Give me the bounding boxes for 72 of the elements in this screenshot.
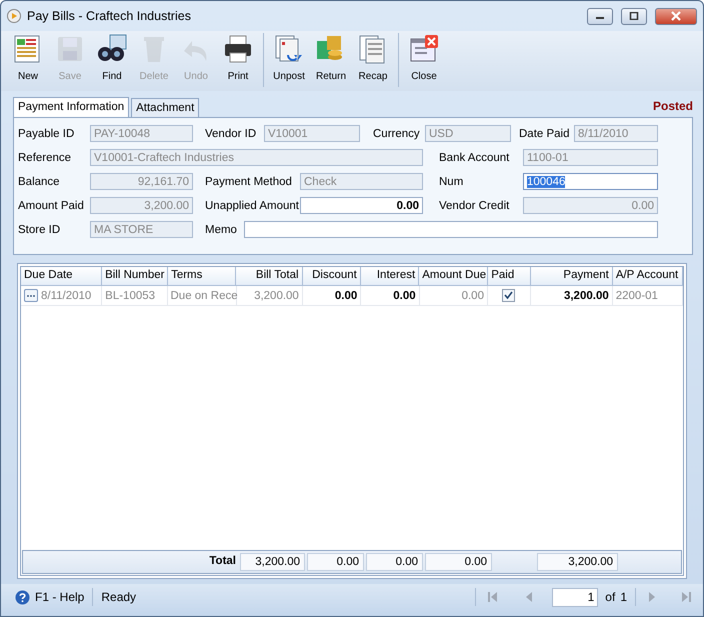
total-cell: 0.00 <box>366 553 423 571</box>
toolbar-button[interactable]: Unpost <box>268 33 310 87</box>
field-label: Reference <box>18 152 72 164</box>
maximize-button[interactable] <box>621 8 647 24</box>
table-cell: 0.00 <box>420 286 488 306</box>
column-header[interactable]: Paid <box>488 267 531 286</box>
column-header[interactable]: Interest <box>360 267 420 286</box>
field-label: Payment Method <box>205 176 293 188</box>
field-label: Vendor Credit <box>439 200 510 212</box>
first-page-icon <box>488 591 498 603</box>
table-cell: Due on Rece <box>168 286 236 306</box>
column-header[interactable]: Bill Total <box>236 267 303 286</box>
ellipsis-icon[interactable] <box>24 289 38 302</box>
field-label: Vendor ID <box>205 128 258 140</box>
field-label: Store ID <box>18 224 62 236</box>
page-count: 1 <box>620 590 627 604</box>
input-field[interactable]: 0.00 <box>300 197 423 214</box>
column-header[interactable]: Discount <box>302 267 361 286</box>
toolbar-button[interactable]: Print <box>217 33 259 87</box>
total-cell: 0.00 <box>307 553 364 571</box>
total-cell: 0.00 <box>425 553 492 571</box>
toolbar-button[interactable]: Return <box>310 33 352 87</box>
table-cell: 2200-01 <box>612 286 684 306</box>
column-header[interactable]: Payment <box>530 267 613 286</box>
last-page-icon <box>681 591 691 603</box>
field-label: Unapplied Amount <box>205 200 300 212</box>
minimize-button[interactable] <box>587 8 613 24</box>
column-header[interactable]: Amount Due <box>419 267 488 286</box>
table-cell: 8/11/2010 <box>41 290 92 302</box>
total-cell: 3,200.00 <box>240 553 305 571</box>
page-of-label: of <box>605 590 616 604</box>
help-text: F1 - Help <box>35 590 84 604</box>
close-icon <box>670 11 682 21</box>
total-label: Total <box>208 554 237 569</box>
maximize-icon <box>629 12 639 20</box>
column-header[interactable]: Terms <box>168 267 236 286</box>
field-label: Date Paid <box>519 128 571 140</box>
close-button[interactable] <box>655 8 697 24</box>
input-field[interactable]: 100046 <box>523 173 658 190</box>
app-icon <box>7 9 21 23</box>
help-icon[interactable] <box>15 590 30 604</box>
toolbar-button[interactable]: New <box>7 33 49 87</box>
column-header[interactable]: Due Date <box>21 267 102 286</box>
column-header[interactable]: A/P Account <box>612 267 683 286</box>
table-cell: 0.00 <box>302 286 362 306</box>
total-cell: 3,200.00 <box>537 553 618 571</box>
toolbar-button[interactable]: Close <box>403 33 445 87</box>
field-label: Amount Paid <box>18 200 85 212</box>
table-cell: 3,200.00 <box>236 286 303 306</box>
input-field[interactable] <box>244 221 658 238</box>
window-title: Pay Bills - Craftech Industries <box>27 9 192 23</box>
field-label: Payable ID <box>18 128 76 140</box>
table-cell: 0.00 <box>361 286 420 306</box>
previous-page-icon <box>525 591 534 603</box>
field-label: Bank Account <box>439 152 510 164</box>
table-cell: BL-10053 <box>102 286 168 306</box>
toolbar-button[interactable]: Recap <box>352 33 394 87</box>
tab[interactable]: Payment Information <box>13 97 130 117</box>
field-label: Memo <box>205 224 238 236</box>
page-field[interactable]: 1 <box>552 588 598 606</box>
status-label: Posted <box>652 99 693 115</box>
field-label: Currency <box>373 128 421 140</box>
field-label: Num <box>439 176 464 188</box>
next-page-icon <box>648 591 656 603</box>
toolbar-button[interactable]: Find <box>91 33 133 87</box>
paid-checkbox[interactable] <box>502 289 516 302</box>
tab[interactable]: Attachment <box>131 98 200 117</box>
column-header[interactable]: Bill Number <box>102 267 168 286</box>
status-message: Ready <box>101 590 136 604</box>
table-cell: 3,200.00 <box>530 286 613 306</box>
printer-icon <box>222 33 254 65</box>
field-label: Balance <box>18 176 61 188</box>
